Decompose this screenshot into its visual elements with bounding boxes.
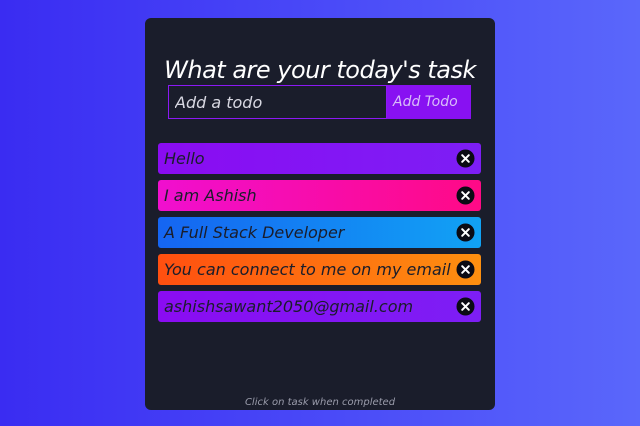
todo-text: A Full Stack Developer [164, 223, 345, 242]
todo-text: I am Ashish [164, 186, 257, 205]
todo-text: You can connect to me on my email [164, 260, 451, 279]
todo-item[interactable]: ashishsawant2050@gmail.com [158, 291, 481, 322]
todo-text: Hello [164, 149, 205, 168]
close-circle-icon[interactable] [456, 297, 475, 316]
todo-list: Hello I am Ashish A Full Stack Developer… [158, 143, 481, 328]
add-todo-form: Add Todo [168, 85, 471, 119]
close-circle-icon[interactable] [456, 186, 475, 205]
add-todo-button[interactable]: Add Todo [387, 85, 471, 119]
close-circle-icon[interactable] [456, 149, 475, 168]
close-circle-icon[interactable] [456, 223, 475, 242]
footer-hint: Click on task when completed [244, 397, 396, 408]
close-circle-icon[interactable] [456, 260, 475, 279]
todo-item[interactable]: A Full Stack Developer [158, 217, 481, 248]
todo-item[interactable]: Hello [158, 143, 481, 174]
todo-input[interactable] [168, 85, 387, 119]
todo-item[interactable]: You can connect to me on my email [158, 254, 481, 285]
app-title: What are your today's task [164, 56, 476, 84]
todo-text: ashishsawant2050@gmail.com [164, 297, 414, 316]
todo-item[interactable]: I am Ashish [158, 180, 481, 211]
